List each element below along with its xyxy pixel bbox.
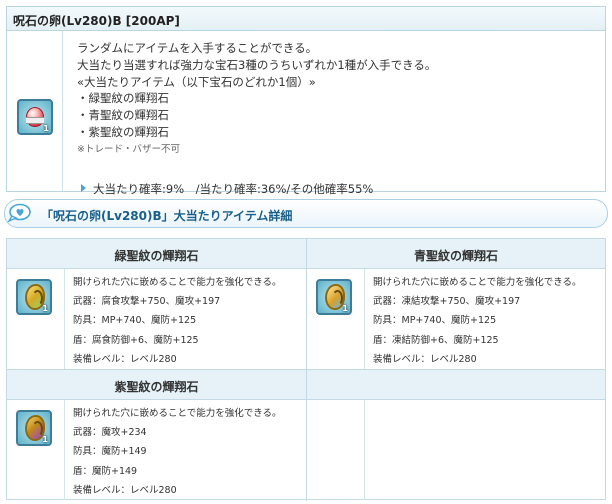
detail-line: 盾：凍結防御+6、魔防+125 xyxy=(373,334,499,346)
detail-line: 開けられた穴に嵌めることで能力を強化できる。 xyxy=(73,408,282,419)
stone-details-blue: 開けられた穴に嵌めることで能力を強化できる。 武器：凍結攻撃+750、魔攻+19… xyxy=(373,273,582,369)
detail-line: 装備レベル：レベル280 xyxy=(373,353,477,365)
stone-icon-cell: 1 xyxy=(7,400,65,500)
detail-line: 開けられた穴に嵌めることで能力を強化できる。 xyxy=(73,277,282,288)
item-name-green: 緑聖紋の輝翔石 xyxy=(7,239,306,269)
purple-holy-stone-icon[interactable]: 1 xyxy=(16,410,52,446)
jackpot-items-table: 緑聖紋の輝翔石 1 開けられた穴に嵌めることで能力を強化できる。 武器：腐食攻撃… xyxy=(6,238,606,501)
description-line: ランダムにアイテムを入手することができる。 xyxy=(77,41,318,55)
stone-details-purple: 開けられた穴に嵌めることで能力を強化できる。 武器：魔攻+234 防具：魔防+1… xyxy=(73,404,282,500)
green-holy-stone-icon[interactable]: 1 xyxy=(16,279,52,315)
item-name-blue: 青聖紋の輝翔石 xyxy=(307,239,605,269)
detail-line: 装備レベル：レベル280 xyxy=(73,484,177,496)
detail-line: 装備レベル：レベル280 xyxy=(73,353,177,365)
trade-note: ※トレード・バザー不可 xyxy=(77,143,180,155)
description-line: ・紫聖紋の輝翔石 xyxy=(77,124,169,139)
description-line: ・青聖紋の輝翔石 xyxy=(77,108,169,123)
stone-quantity: 1 xyxy=(42,435,48,444)
empty-icon-cell xyxy=(307,400,365,500)
empty-cell-head xyxy=(307,370,605,400)
stone-icon-cell: 1 xyxy=(7,269,65,369)
triangle-bullet-icon xyxy=(81,184,86,192)
section-title: 「呪石の卵(Lv280)B」大当たりアイテム詳細 xyxy=(41,209,293,223)
detail-line: 武器：魔攻+234 xyxy=(73,427,147,439)
item-box: 呪石の卵(Lv280)B [200AP] 1 ランダムにアイテムを入手することが… xyxy=(6,6,606,196)
detail-line: 盾：腐食防御+6、魔防+125 xyxy=(73,334,199,346)
stone-icon-cell: 1 xyxy=(307,269,365,369)
stone-details-green: 開けられた穴に嵌めることで能力を強化できる。 武器：腐食攻撃+750、魔攻+19… xyxy=(73,273,282,369)
red-egg-icon[interactable]: 1 xyxy=(17,99,53,135)
detail-line: 開けられた穴に嵌めることで能力を強化できる。 xyxy=(373,277,582,288)
detail-line: 武器：腐食攻撃+750、魔攻+197 xyxy=(73,296,221,308)
detail-line: 防具：MP+740、魔防+125 xyxy=(373,315,497,327)
section-banner: 「呪石の卵(Lv280)B」大当たりアイテム詳細 xyxy=(4,199,608,228)
description-line: 大当たり当選すれば強力な宝石3種のうちいずれか1種が入手できる。 xyxy=(77,57,437,72)
item-description: ランダムにアイテムを入手することができる。 大当たり当選すれば強力な宝石3種のう… xyxy=(77,40,436,159)
drop-rates-text: 大当たり確率:9% /当たり確率:36%/その他確率55% xyxy=(93,182,374,196)
detail-line: 武器：凍結攻撃+750、魔攻+197 xyxy=(373,296,521,308)
item-quantity: 1 xyxy=(43,124,49,133)
stone-quantity: 1 xyxy=(42,304,48,313)
description-line: ・緑聖紋の輝翔石 xyxy=(77,91,169,106)
heart-speech-icon xyxy=(7,203,31,223)
blue-holy-stone-icon[interactable]: 1 xyxy=(316,279,352,315)
stone-quantity: 1 xyxy=(342,304,348,313)
item-title: 呪石の卵(Lv280)B [200AP] xyxy=(7,7,605,31)
drop-rates: 大当たり確率:9% /当たり確率:36%/その他確率55% xyxy=(81,181,373,197)
detail-line: 盾：魔防+149 xyxy=(73,465,138,477)
description-line: «大当たりアイテム（以下宝石のどれか1個）» xyxy=(77,74,316,89)
detail-line: 防具：MP+740、魔防+125 xyxy=(73,315,197,327)
item-name-purple: 紫聖紋の輝翔石 xyxy=(7,370,306,400)
item-icon-cell: 1 xyxy=(7,31,63,191)
detail-line: 防具：魔防+149 xyxy=(73,446,147,458)
